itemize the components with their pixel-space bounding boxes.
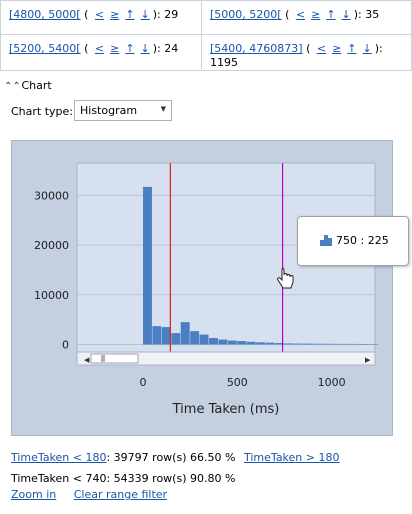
stats-text-1: : 39797 row(s) 66.50 % [106, 451, 236, 464]
zoom-in-link[interactable]: Zoom in [11, 488, 56, 501]
histogram-bar[interactable] [218, 339, 228, 345]
histogram-bar[interactable] [199, 334, 209, 345]
y-tick-label: 10000 [34, 289, 69, 302]
histogram-bar[interactable] [209, 338, 218, 345]
histogram-bar[interactable] [256, 342, 266, 345]
x-tick-label: 500 [227, 376, 248, 389]
x-tick-label: 0 [140, 376, 147, 389]
stats-line-1: TimeTaken < 180: 39797 row(s) 66.50 % [11, 450, 235, 466]
histogram-bar[interactable] [331, 343, 341, 345]
histogram-bar[interactable] [293, 343, 303, 345]
clear-range-filter-link[interactable]: Clear range filter [74, 488, 167, 501]
scrollbar-thumb[interactable] [90, 353, 139, 364]
histogram-bar[interactable] [161, 327, 171, 345]
histogram-bar[interactable] [359, 343, 369, 345]
histogram-bar[interactable] [171, 333, 181, 345]
histogram-bar[interactable] [312, 343, 322, 345]
histogram-bar[interactable] [180, 322, 190, 345]
y-tick-label: 20000 [34, 239, 69, 252]
bar-chart-icon [320, 235, 332, 246]
histogram-bar[interactable] [246, 341, 256, 345]
histogram-bar[interactable] [341, 343, 350, 345]
x-tick-label: 1000 [318, 376, 346, 389]
scroll-right-icon[interactable]: ▶ [365, 356, 371, 364]
histogram-bar[interactable] [227, 340, 237, 345]
histogram-bar[interactable] [369, 344, 379, 345]
histogram-bar[interactable] [265, 342, 275, 345]
x-axis-label: Time Taken (ms) [172, 402, 280, 417]
histogram-bar[interactable] [237, 341, 247, 345]
histogram-bar[interactable] [152, 326, 162, 345]
y-tick-label: 30000 [34, 189, 69, 202]
tooltip-value: 750 : 225 [336, 234, 389, 247]
time-below-link[interactable]: TimeTaken < 180 [11, 451, 106, 464]
scroll-left-icon[interactable]: ◀ [84, 356, 90, 364]
stats-line-1-right: TimeTaken > 180 [244, 450, 339, 466]
histogram-bar[interactable] [190, 331, 200, 345]
histogram-bar[interactable] [322, 343, 332, 345]
histogram-bar[interactable] [350, 343, 360, 345]
action-links: Zoom in Clear range filter [11, 487, 167, 503]
histogram-bar[interactable] [303, 343, 313, 345]
chart-tooltip: 750 : 225 [297, 216, 409, 266]
histogram-bar[interactable] [284, 343, 294, 345]
y-tick-label: 0 [62, 339, 69, 352]
stats-line-2: TimeTaken < 740: 54339 row(s) 90.80 % [11, 472, 236, 485]
histogram-bar[interactable] [143, 186, 152, 345]
time-above-link[interactable]: TimeTaken > 180 [244, 451, 339, 464]
